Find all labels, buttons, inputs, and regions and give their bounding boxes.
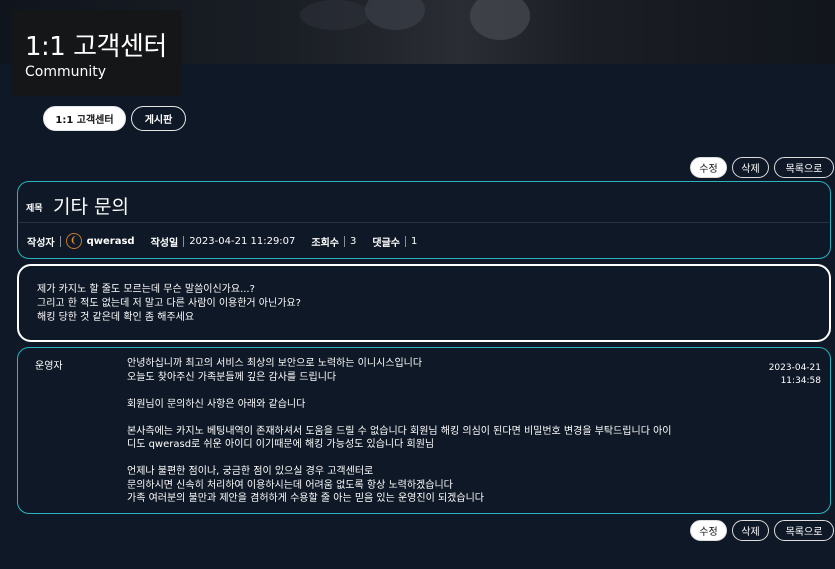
- reply-time: 11:34:58: [780, 376, 821, 386]
- post-date: 2023-04-21 11:29:07: [189, 235, 296, 247]
- level-badge-icon: ❨: [65, 233, 82, 249]
- post-body: 제가 카지노 할 줄도 모르는데 무슨 말씀이신가요...? 그리고 한 적도 …: [17, 264, 831, 342]
- tab-board[interactable]: 게시판: [131, 106, 186, 131]
- divider: [18, 222, 830, 223]
- page-title-box: 1:1 고객센터 Community: [12, 10, 182, 96]
- banner-shape: [300, 0, 370, 30]
- author-name: qwerasd: [86, 235, 135, 247]
- page-title: 1:1 고객센터: [25, 32, 167, 62]
- post-title: 기타 문의: [53, 196, 129, 218]
- reply-paragraph: 본사측에는 카지노 베팅내역이 존재하셔서 도움을 드릴 수 없습니다 회원님 …: [127, 425, 672, 451]
- reply-card: 운영자 안녕하십니까 최고의 서비스 최상의 보안으로 노력하는 이니시스입니다…: [17, 347, 831, 514]
- separator: [344, 235, 346, 247]
- date-label: 작성일: [150, 237, 179, 249]
- separator: [183, 235, 185, 247]
- views-count: 3: [350, 235, 357, 247]
- bottom-action-bar: 수정 삭제 목록으로: [690, 520, 834, 541]
- delete-button[interactable]: 삭제: [732, 157, 769, 178]
- author-label: 작성자: [27, 237, 55, 249]
- post-line: 제가 카지노 할 줄도 모르는데 무슨 말씀이신가요...?: [37, 284, 255, 295]
- back-to-list-button[interactable]: 목록으로: [774, 157, 834, 178]
- post-header: 제목 기타 문의 작성자 ❨ qwerasd 작성일 2023-04-21 11…: [17, 181, 831, 259]
- post-line: 그리고 한 적도 없는데 저 말고 다른 사람이 이용한거 아닌가요?: [37, 298, 301, 309]
- reply-timestamp: 2023-04-21 11:34:58: [769, 362, 821, 388]
- comments-label: 댓글수: [372, 237, 400, 249]
- reply-content: 안녕하십니까 최고의 서비스 최상의 보안으로 노력하는 이니시스입니다 오늘도…: [127, 357, 747, 506]
- separator: [405, 235, 406, 247]
- top-action-bar: 수정 삭제 목록으로: [690, 157, 834, 178]
- comments-count: 1: [411, 235, 418, 247]
- post-content: 제가 카지노 할 줄도 모르는데 무슨 말씀이신가요...? 그리고 한 적도 …: [37, 283, 301, 325]
- reply-paragraph: 언제나 불편한 점이나, 궁금한 점이 있으실 경우 고객센터로 문의하시면 신…: [127, 466, 484, 504]
- edit-button[interactable]: 수정: [690, 157, 727, 178]
- title-label: 제목: [26, 204, 43, 214]
- reply-paragraph: 안녕하십니까 최고의 서비스 최상의 보안으로 노력하는 이니시스입니다 오늘도…: [127, 358, 423, 383]
- views-label: 조회수: [311, 237, 340, 249]
- page-subtitle: Community: [25, 64, 107, 80]
- edit-button[interactable]: 수정: [690, 520, 727, 541]
- post-meta: 작성자 ❨ qwerasd 작성일 2023-04-21 11:29:07 조회…: [27, 233, 417, 249]
- post-line: 해킹 당한 것 같은데 확인 좀 해주세요: [37, 312, 195, 323]
- reply-author: 운영자: [35, 361, 63, 372]
- banner-shape: [470, 0, 530, 40]
- delete-button[interactable]: 삭제: [732, 520, 769, 541]
- back-to-list-button[interactable]: 목록으로: [774, 520, 834, 541]
- separator: [59, 235, 61, 247]
- tab-customer-center[interactable]: 1:1 고객센터: [43, 106, 126, 131]
- banner-shape: [365, 0, 425, 30]
- reply-date: 2023-04-21: [768, 363, 821, 373]
- reply-paragraph: 회원님이 문의하신 사항은 아래와 같습니다: [127, 398, 306, 410]
